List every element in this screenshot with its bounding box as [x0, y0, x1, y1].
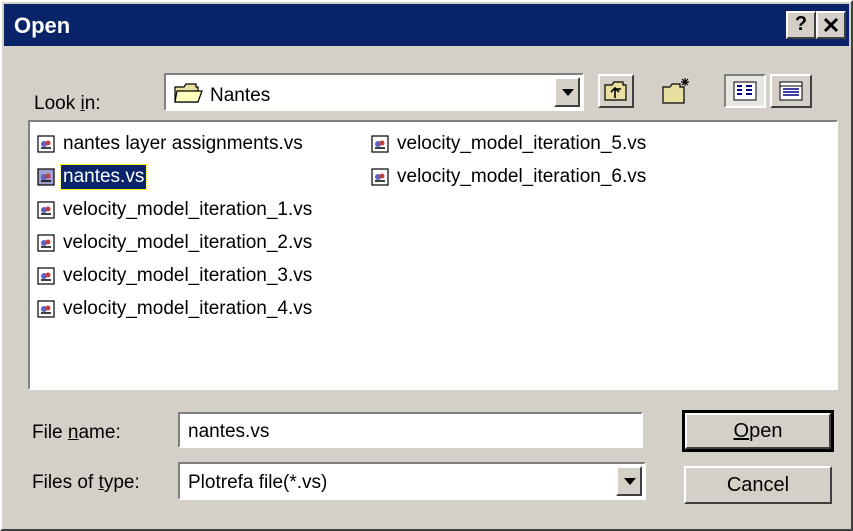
cancel-button[interactable]: Cancel [684, 466, 832, 504]
file-name-input[interactable]: nantes.vs [178, 412, 643, 448]
chevron-down-icon [624, 478, 636, 485]
file-name-text: velocity_model_iteration_2.vs [63, 232, 313, 253]
dialog-title: Open [14, 13, 71, 38]
file-list-item[interactable]: nantes.vs [36, 163, 148, 191]
folder-icon [174, 83, 203, 103]
vs-file-icon [371, 135, 389, 153]
up-one-level-button[interactable] [598, 74, 634, 108]
vs-file-icon [37, 234, 55, 252]
file-list-item[interactable]: nantes layer assignments.vs [36, 130, 305, 158]
title-bar[interactable]: Open ? [4, 4, 849, 46]
files-of-type-dropdown-button[interactable] [616, 466, 642, 496]
close-icon [823, 17, 839, 33]
file-name-text: velocity_model_iteration_3.vs [63, 265, 313, 286]
file-name-text: nantes layer assignments.vs [63, 133, 303, 154]
file-list-item[interactable]: velocity_model_iteration_4.vs [36, 295, 314, 323]
vs-file-icon [37, 267, 55, 285]
files-of-type-value: Plotrefa file(*.vs) [188, 472, 328, 493]
vs-file-icon [371, 168, 389, 186]
file-name-text: velocity_model_iteration_1.vs [63, 199, 313, 220]
up-one-level-icon [604, 81, 627, 101]
chevron-down-icon [562, 89, 574, 96]
file-name-label: File name: [32, 422, 121, 443]
files-of-type-label: Files of type: [32, 472, 140, 493]
vs-file-icon [37, 300, 55, 318]
look-in-combo[interactable]: Nantes [164, 73, 584, 111]
open-dialog: Open ? Look in: Nantes nantes layer assi… [0, 0, 853, 531]
file-name-text: velocity_model_iteration_4.vs [63, 298, 313, 319]
vs-file-icon [37, 201, 55, 219]
look-in-label: Look in: [34, 93, 101, 114]
close-button[interactable] [816, 11, 846, 39]
file-name-text: velocity_model_iteration_6.vs [397, 166, 647, 187]
list-view-icon [733, 81, 757, 101]
help-button[interactable]: ? [786, 11, 816, 39]
file-list-item[interactable]: velocity_model_iteration_5.vs [370, 130, 648, 158]
files-of-type-select[interactable]: Plotrefa file(*.vs) [178, 462, 646, 500]
open-button[interactable]: Open [682, 410, 834, 452]
file-list[interactable]: nantes layer assignments.vs nantes.vs velo… [28, 120, 838, 390]
file-list-item[interactable]: velocity_model_iteration_6.vs [370, 163, 648, 191]
file-name-text: nantes.vs [59, 164, 148, 190]
cancel-button-label: Cancel [726, 473, 790, 496]
file-list-item[interactable]: velocity_model_iteration_1.vs [36, 196, 314, 224]
create-new-folder-icon [662, 78, 689, 104]
list-view-button[interactable] [724, 74, 766, 108]
vs-file-icon [37, 168, 55, 186]
details-view-button[interactable] [770, 74, 812, 108]
look-in-value: Nantes [210, 85, 271, 106]
details-view-icon [779, 81, 803, 101]
look-in-dropdown-button[interactable] [554, 77, 580, 107]
file-list-item[interactable]: velocity_model_iteration_2.vs [36, 229, 314, 257]
open-button-label: Open [733, 419, 783, 442]
file-name-text: velocity_model_iteration_5.vs [397, 133, 647, 154]
file-name-value: nantes.vs [188, 421, 270, 442]
vs-file-icon [37, 135, 55, 153]
file-list-item[interactable]: velocity_model_iteration_3.vs [36, 262, 314, 290]
create-new-folder-button[interactable] [658, 74, 694, 108]
